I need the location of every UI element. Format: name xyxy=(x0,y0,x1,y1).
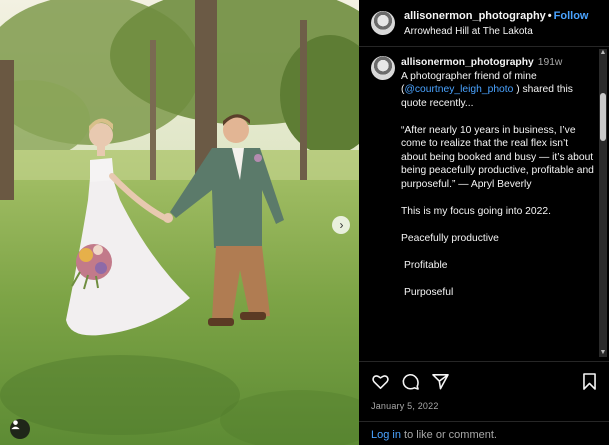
caption-scrollbar[interactable]: ▲ ▼ xyxy=(599,49,607,357)
caption-first-line: allisonermon_photography 191w xyxy=(401,56,596,70)
header-text: allisonermon_photography • Follow Arrowhea… xyxy=(404,9,588,38)
share-icon[interactable] xyxy=(431,372,450,391)
caption-intro: A photographer friend of mine (@courtney… xyxy=(401,70,596,111)
login-prompt: Log in to like or comment. xyxy=(359,421,609,445)
login-link[interactable]: Log in xyxy=(371,429,401,441)
caption-item-3: Purposeful xyxy=(404,286,454,298)
caption-item-2: Profitable xyxy=(404,259,448,271)
header-username[interactable]: allisonermon_photography xyxy=(404,10,546,22)
caption-avatar[interactable] xyxy=(371,56,395,80)
caption-time: 191w xyxy=(537,57,563,68)
caption-username[interactable]: allisonermon_photography xyxy=(401,57,534,68)
post-photo[interactable]: › xyxy=(0,0,359,445)
actions-bar xyxy=(359,361,609,402)
mention-link[interactable]: @courtney_leigh_photo xyxy=(404,84,513,95)
user-tag-icon xyxy=(11,420,20,430)
heart-icon[interactable] xyxy=(371,372,390,391)
scroll-down-arrow-icon[interactable]: ▼ xyxy=(599,349,607,357)
header-separator: • xyxy=(547,9,552,22)
comment-icon[interactable] xyxy=(401,372,420,391)
caption-focus: This is my focus going into 2022. xyxy=(401,205,551,217)
scroll-up-arrow-icon[interactable]: ▲ xyxy=(599,49,607,57)
user-tag-button[interactable] xyxy=(10,419,30,439)
action-icons xyxy=(359,362,609,402)
caption-row: allisonermon_photography 191w A photograp… xyxy=(359,46,599,313)
caption-item-1: Peacefully productive xyxy=(401,232,499,244)
caption-area[interactable]: allisonermon_photography 191w A photograp… xyxy=(359,46,599,361)
post-view: › allisonermon_photography • Follow Arrowh… xyxy=(0,0,609,445)
scroll-thumb[interactable] xyxy=(600,93,606,141)
next-photo-button[interactable]: › xyxy=(332,216,350,234)
location-link[interactable]: Arrowhead Hill at The Lakota xyxy=(404,25,588,38)
post-date[interactable]: January 5, 2022 xyxy=(371,401,439,411)
caption-body: allisonermon_photography 191w A photograp… xyxy=(401,56,596,313)
follow-button[interactable]: Follow xyxy=(554,10,589,22)
avatar[interactable] xyxy=(371,11,395,35)
post-sidebar: allisonermon_photography • Follow Arrowhea… xyxy=(359,0,609,445)
chevron-right-icon: › xyxy=(339,218,344,232)
post-header: allisonermon_photography • Follow Arrowhea… xyxy=(359,0,609,47)
bookmark-icon[interactable] xyxy=(581,372,598,391)
wedding-photo xyxy=(0,0,359,445)
login-text: to like or comment. xyxy=(400,429,497,441)
caption-quote: “After nearly 10 years in business, I’ve… xyxy=(401,124,594,190)
header-line: allisonermon_photography • Follow xyxy=(404,9,588,23)
